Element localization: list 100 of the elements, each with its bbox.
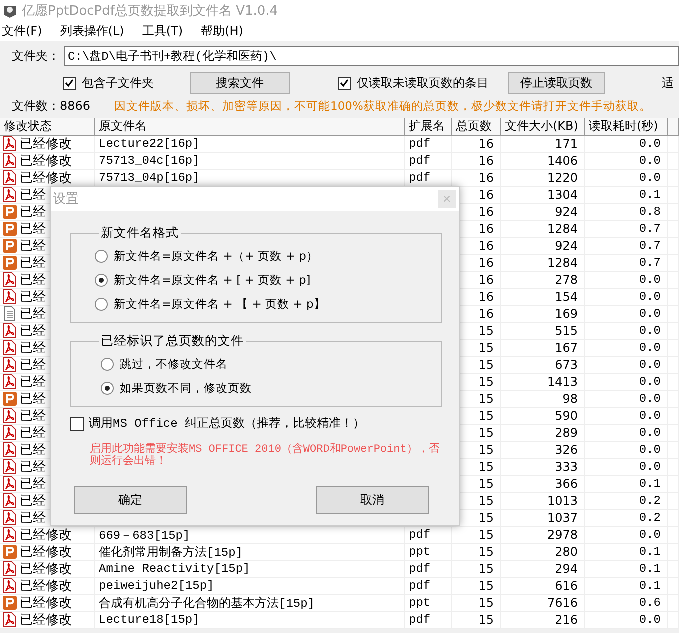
radio-button[interactable] xyxy=(95,274,108,286)
file-size: 278 xyxy=(501,272,585,289)
page-count: 15 xyxy=(452,544,501,561)
file-size: 333 xyxy=(501,459,585,476)
read-time: 0.0 xyxy=(585,408,668,425)
status-text: 已经修改 xyxy=(20,595,72,611)
file-extension: pdf xyxy=(405,136,452,153)
checkbox-label: 仅读取未读取页数的条目 xyxy=(357,74,489,92)
read-time: 0.6 xyxy=(585,595,668,612)
read-time: 0.0 xyxy=(585,442,668,459)
read-time: 0.1 xyxy=(585,544,668,561)
radio-button[interactable] xyxy=(95,250,108,262)
page-count: 15 xyxy=(452,578,501,595)
checkbox-label: 调用MS Office 纠正总页数（推荐，比较精准！） xyxy=(89,416,366,432)
status-text: 已经 xyxy=(20,306,46,322)
file-size: 1284 xyxy=(501,255,585,272)
file-size: 366 xyxy=(501,476,585,493)
file-extension: pdf xyxy=(405,578,452,595)
status-text: 已经修改 xyxy=(20,136,72,152)
menu-item[interactable]: 工具(T) xyxy=(142,23,192,40)
radio-label: 新文件名=原文件名 + 【 + 页数 + p】 xyxy=(114,296,326,312)
warning-text: 启用此功能需要安装MS OFFICE 2010（含WORD和PowerPoint），否则运行会出错！ xyxy=(90,444,440,468)
read-time: 0.7 xyxy=(585,221,668,238)
read-time: 0.0 xyxy=(585,306,668,323)
menu-item[interactable]: 列表操作(L) xyxy=(60,23,132,40)
read-time: 0.0 xyxy=(585,272,668,289)
file-size: 326 xyxy=(501,442,585,459)
file-name: Lecture18[15p] xyxy=(95,612,405,629)
read-time: 0.0 xyxy=(585,289,668,306)
file-count: 文件数：8866 xyxy=(12,98,91,115)
file-extension: pdf xyxy=(405,612,452,629)
status-text: 已经 xyxy=(20,221,46,237)
file-size: 1406 xyxy=(501,153,585,170)
page-count: 16 xyxy=(452,153,501,170)
page-count: 16 xyxy=(452,136,501,153)
read-time: 0.1 xyxy=(585,561,668,578)
read-time: 0.8 xyxy=(585,204,668,221)
file-extension: ppt xyxy=(405,544,452,561)
status-text: 已经修改 xyxy=(20,527,72,543)
radio-button[interactable] xyxy=(95,298,108,310)
status-text: 已经 xyxy=(20,476,46,492)
file-extension: pdf xyxy=(405,527,452,544)
status-text: 已经修改 xyxy=(20,561,72,577)
file-size: 1284 xyxy=(501,221,585,238)
read-time: 0.0 xyxy=(585,527,668,544)
file-name: 75713_04c[16p] xyxy=(95,153,405,170)
status-text: 已经 xyxy=(20,391,46,407)
option-label: 适 xyxy=(662,74,674,92)
read-time: 0.0 xyxy=(585,136,668,153)
column-header[interactable]: 修改状态 xyxy=(0,118,95,136)
file-size: 590 xyxy=(501,408,585,425)
column-header[interactable]: 文件大小(KB) xyxy=(501,118,585,136)
file-size: 515 xyxy=(501,323,585,340)
menu-item[interactable]: 文件(F) xyxy=(2,23,50,40)
action-button[interactable]: 停止读取页数 xyxy=(508,72,605,94)
read-time: 0.0 xyxy=(585,170,668,187)
folder-field[interactable]: C:\盘D\电子书刊+教程(化学和医药)\ xyxy=(64,46,679,66)
dialog-button[interactable]: 确定 xyxy=(74,486,187,514)
column-header[interactable]: 读取耗时(秒) xyxy=(585,118,668,136)
read-time: 0.2 xyxy=(585,493,668,510)
status-text: 已经 xyxy=(20,187,46,203)
column-header[interactable]: 总页数 xyxy=(452,118,501,136)
checkbox[interactable] xyxy=(63,76,76,90)
file-size: 673 xyxy=(501,357,585,374)
radio-button[interactable] xyxy=(101,382,114,394)
status-text: 已经 xyxy=(20,238,46,254)
dialog-button[interactable]: 取消 xyxy=(316,486,429,514)
file-size: 280 xyxy=(501,544,585,561)
file-size: 154 xyxy=(501,289,585,306)
status-text: 已经 xyxy=(20,340,46,356)
radio-button[interactable] xyxy=(101,358,114,370)
file-name: Amine Reactivity[15p] xyxy=(95,561,405,578)
checkbox[interactable] xyxy=(338,76,351,90)
file-size: 171 xyxy=(501,136,585,153)
read-time: 0.0 xyxy=(585,153,668,170)
action-button[interactable]: 搜索文件 xyxy=(190,72,290,94)
checkbox[interactable] xyxy=(70,416,84,430)
read-time: 0.0 xyxy=(585,459,668,476)
status-text: 已经 xyxy=(20,425,46,441)
file-name: 669－683[15p] xyxy=(95,527,405,544)
status-text: 已经 xyxy=(20,289,46,305)
file-size: 2978 xyxy=(501,527,585,544)
menu-item[interactable]: 帮助(H) xyxy=(201,23,252,40)
file-size: 1304 xyxy=(501,187,585,204)
file-name: 催化剂常用制备方法[15p] xyxy=(95,544,405,561)
file-extension: pdf xyxy=(405,561,452,578)
notice-text: 因文件版本、损坏、加密等原因，不可能100%获取准确的总页数，极少数文件请打开文件手动获取。 xyxy=(114,99,652,114)
status-text: 已经修改 xyxy=(20,153,72,169)
status-text: 已经 xyxy=(20,493,46,509)
file-size: 1220 xyxy=(501,170,585,187)
radio-label: 跳过，不修改文件名 xyxy=(120,356,228,372)
column-header[interactable]: 原文件名 xyxy=(95,118,405,136)
read-time: 0.2 xyxy=(585,510,668,527)
column-header[interactable]: 扩展名 xyxy=(405,118,452,136)
read-time: 0.7 xyxy=(585,255,668,272)
read-time: 0.0 xyxy=(585,391,668,408)
file-name: Lecture22[16p] xyxy=(95,136,405,153)
read-time: 0.1 xyxy=(585,578,668,595)
file-size: 216 xyxy=(501,612,585,629)
status-text: 已经 xyxy=(20,204,46,220)
